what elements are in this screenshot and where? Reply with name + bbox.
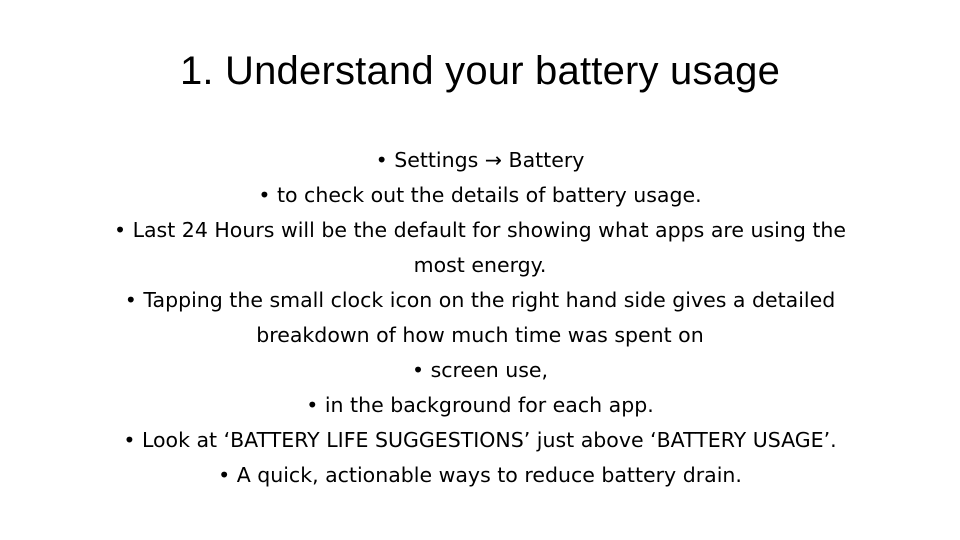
slide-title-block: 1. Understand your battery usage — [48, 47, 912, 95]
bullet-text: Last 24 Hours will be the default for sh… — [132, 218, 847, 277]
bullet-item: • in the background for each app. — [38, 388, 922, 423]
bullet-text: in the background for each app. — [324, 393, 654, 417]
bullet-marker-icon: • — [113, 218, 133, 242]
page-title: 1. Understand your battery usage — [179, 49, 781, 93]
bullet-text: Settings → Battery — [394, 148, 585, 172]
bullet-marker-icon: • — [124, 288, 144, 312]
bullet-item: • screen use, — [38, 353, 922, 388]
bullet-marker-icon: • — [411, 358, 431, 382]
bullet-text: Tapping the small clock icon on the righ… — [143, 288, 836, 347]
presentation-slide: 1. Understand your battery usage • Setti… — [0, 0, 960, 540]
bullet-marker-icon: • — [375, 148, 395, 172]
bullet-marker-icon: • — [258, 183, 277, 207]
bullet-text: screen use, — [430, 358, 549, 382]
bullet-text: to check out the details of battery usag… — [276, 183, 702, 207]
bullet-text: Look at ‘BATTERY LIFE SUGGESTIONS’ just … — [141, 428, 837, 452]
slide-body-content: • Settings → Battery • to check out the … — [38, 143, 922, 493]
bullet-marker-icon: • — [123, 428, 142, 452]
bullet-text: A quick, actionable ways to reduce batte… — [236, 463, 742, 487]
bullet-item: • Last 24 Hours will be the default for … — [38, 213, 922, 283]
bullet-item: • Look at ‘BATTERY LIFE SUGGESTIONS’ jus… — [38, 423, 922, 458]
bullet-item: • to check out the details of battery us… — [38, 178, 922, 213]
bullet-item: • Tapping the small clock icon on the ri… — [38, 283, 922, 353]
bullet-item: • A quick, actionable ways to reduce bat… — [38, 458, 922, 493]
bullet-marker-icon: • — [306, 393, 325, 417]
bullet-item: • Settings → Battery — [38, 143, 922, 178]
bullet-marker-icon: • — [218, 463, 237, 487]
